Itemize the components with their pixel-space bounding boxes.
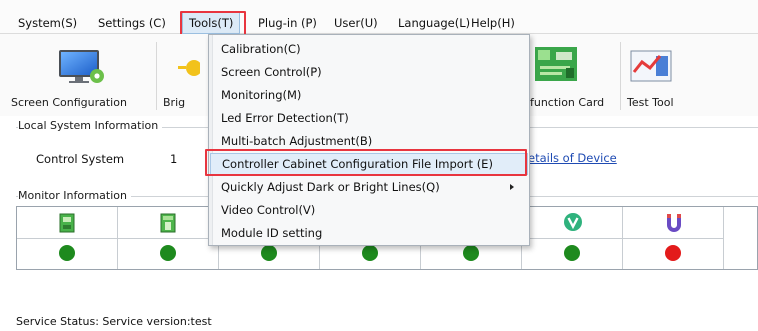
service-status-text: Service Status: Service version:test: [16, 315, 212, 328]
local-system-title: Local System Information: [18, 119, 163, 132]
monitor-gear-icon: [59, 50, 104, 83]
cell-divider: [17, 238, 117, 239]
menu-item-multi-batch-adjustment[interactable]: Multi-batch Adjustment(B): [210, 130, 528, 152]
screen-configuration-button[interactable]: Screen Configuration: [11, 38, 150, 114]
multi-function-card-button[interactable]: -function Card: [524, 38, 618, 114]
brightness-label: Brig: [163, 96, 186, 109]
chip-icon: [160, 213, 176, 233]
details-of-device-link[interactable]: etails of Device: [528, 151, 617, 165]
menu-item-screen-control[interactable]: Screen Control(P): [210, 61, 528, 83]
menu-item-led-error-detection[interactable]: Led Error Detection(T): [210, 107, 528, 129]
monitor-title: Monitor Information: [18, 189, 131, 202]
multi-function-card-label: -function Card: [526, 96, 605, 109]
monitor-cell[interactable]: [17, 207, 118, 269]
monitor-cell[interactable]: [118, 207, 219, 269]
test-tool-label: Test Tool: [627, 96, 674, 109]
menu-plugin[interactable]: Plug-in (P): [258, 14, 317, 32]
menu-item-controller-cabinet-import[interactable]: Controller Cabinet Configuration File Im…: [210, 153, 528, 175]
chart-icon: [630, 50, 672, 82]
submenu-arrow-icon: [510, 184, 514, 190]
status-dot-green: [463, 245, 479, 261]
status-dot-green: [261, 245, 277, 261]
menu-system[interactable]: System(S): [18, 14, 77, 32]
video-v-icon: [564, 213, 582, 231]
status-bar: Service Status: Service version:test: [0, 312, 758, 331]
menu-language[interactable]: Language(L): [398, 14, 470, 32]
cell-divider: [118, 238, 218, 239]
control-system-label: Control System: [36, 152, 125, 166]
test-tool-button[interactable]: Test Tool: [624, 38, 686, 114]
menu-settings[interactable]: Settings (C): [98, 14, 166, 32]
monitor-cell[interactable]: [522, 207, 623, 269]
menu-bar: System(S) Settings (C) Tools(T) Plug-in …: [0, 0, 758, 34]
tools-dropdown-menu: Calibration(C) Screen Control(P) Monitor…: [208, 34, 530, 246]
magnet-icon: [667, 214, 681, 232]
control-system-value: 1: [170, 152, 178, 166]
status-dot-green: [160, 245, 176, 261]
toolbar-separator: [620, 42, 621, 110]
cell-divider: [522, 238, 622, 239]
monitor-cell[interactable]: [623, 207, 724, 269]
status-dot-green: [59, 245, 75, 261]
toolbar-separator: [156, 42, 157, 110]
menu-item-quickly-adjust-lines[interactable]: Quickly Adjust Dark or Bright Lines(Q): [210, 176, 528, 198]
status-dot-green: [564, 245, 580, 261]
menu-item-quickly-adjust-lines-label: Quickly Adjust Dark or Bright Lines(Q): [221, 180, 440, 194]
brightness-button[interactable]: Brig: [160, 38, 206, 114]
sun-icon: [178, 60, 200, 76]
menu-user[interactable]: User(U): [334, 14, 378, 32]
status-dot-green: [362, 245, 378, 261]
menu-item-module-id-setting[interactable]: Module ID setting: [210, 222, 528, 244]
menu-tools[interactable]: Tools(T): [182, 12, 241, 34]
menu-item-video-control[interactable]: Video Control(V): [210, 199, 528, 221]
menu-item-calibration[interactable]: Calibration(C): [210, 38, 528, 60]
screen-configuration-label: Screen Configuration: [11, 96, 127, 109]
chip-icon: [59, 213, 75, 233]
menu-item-monitoring[interactable]: Monitoring(M): [210, 84, 528, 106]
menu-help[interactable]: Help(H): [471, 14, 515, 32]
cell-divider: [623, 238, 723, 239]
circuit-board-icon: [535, 47, 577, 81]
status-dot-red: [665, 245, 681, 261]
